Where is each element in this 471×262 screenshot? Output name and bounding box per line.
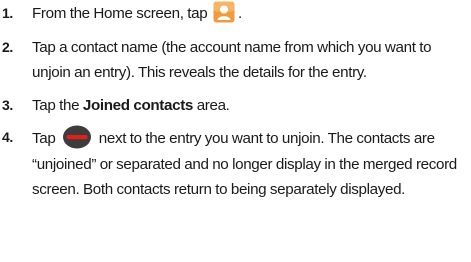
step-number: 1. [2, 5, 13, 21]
step-text: Tap [32, 130, 56, 147]
step-number: 3. [2, 96, 13, 113]
step-2: 2. Tap a contact name (the account name … [0, 35, 471, 86]
step-3: 3. Tap the Joined contacts area. [0, 93, 471, 119]
step-1: 1. From the Home screen, tap . [0, 1, 471, 27]
contacts-app-icon [213, 1, 235, 23]
step-4: 4. Tap next to the entry you want to unj… [0, 125, 471, 203]
step-number: 2. [2, 38, 13, 55]
step-text: Tap a contact name (the account name fro… [32, 38, 432, 82]
step-number: 4. [2, 129, 13, 145]
instruction-steps: 1. From the Home screen, tap . 2. Tap a … [0, 0, 471, 203]
step-text: From the Home screen, tap [32, 5, 208, 22]
joined-contacts-label: Joined contacts [82, 96, 194, 114]
step-text-end: area. [196, 96, 230, 114]
step-text-end: . [237, 5, 242, 22]
step-text-end: next to the entry you want to unjoin. Th… [32, 130, 457, 198]
step-text: Tap the [32, 96, 80, 114]
minus-remove-icon [63, 125, 92, 149]
